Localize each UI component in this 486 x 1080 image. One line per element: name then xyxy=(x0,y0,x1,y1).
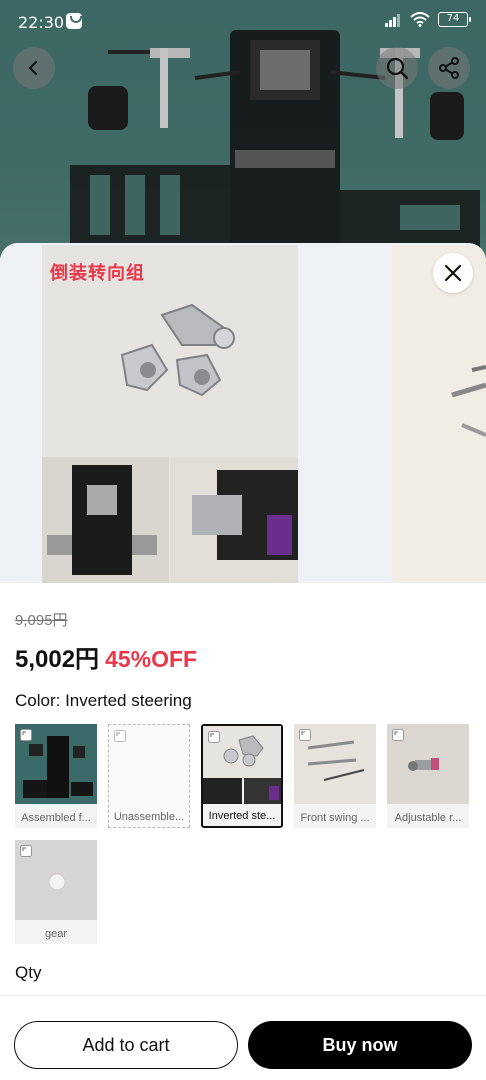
variant-label: Inverted ste... xyxy=(208,810,276,822)
expand-icon xyxy=(299,729,311,741)
sku-selection-sheet: 倒装转向组 9,095円 5,002円 45%OFF Color: Invert… xyxy=(0,243,486,1080)
variant-inverted-steering[interactable]: Inverted ste... xyxy=(201,724,283,828)
search-button[interactable] xyxy=(376,47,418,89)
image-overlay-text: 倒装转向组 xyxy=(50,263,145,284)
variant-unassembled[interactable]: Unassemble... xyxy=(108,724,190,828)
battery-icon: 74 xyxy=(438,12,471,27)
search-icon xyxy=(386,57,409,80)
variant-assembled[interactable]: Assembled f... xyxy=(15,724,97,828)
variant-front-swing[interactable]: Front swing ... xyxy=(294,724,376,828)
expand-icon xyxy=(208,731,220,743)
variant-label: gear xyxy=(44,928,68,940)
back-button[interactable] xyxy=(13,47,55,89)
expand-icon xyxy=(20,729,32,741)
wifi-icon xyxy=(410,12,430,27)
color-label: Color: Inverted steering xyxy=(15,691,192,710)
price-row: 5,002円 45%OFF xyxy=(15,639,197,674)
status-time: 22:30 xyxy=(18,13,65,32)
product-image-next[interactable] xyxy=(392,245,486,583)
close-icon xyxy=(444,264,462,282)
variant-label: Unassemble... xyxy=(113,811,185,823)
share-icon xyxy=(439,57,459,79)
discount-badge: 45%OFF xyxy=(105,646,198,672)
quantity-label: Qty xyxy=(15,963,42,982)
variant-label: Adjustable r... xyxy=(394,812,462,824)
action-bar: Add to cart Buy now xyxy=(0,995,486,1080)
product-image-main[interactable]: 倒装转向组 xyxy=(42,245,298,583)
variant-adjustable[interactable]: Adjustable r... xyxy=(387,724,469,828)
add-to-cart-button[interactable]: Add to cart xyxy=(14,1021,238,1069)
product-photo-collage xyxy=(42,245,298,583)
expand-icon xyxy=(392,729,404,741)
app-notification-icon xyxy=(66,13,82,29)
expand-icon xyxy=(20,845,32,857)
variant-label: Front swing ... xyxy=(300,812,370,824)
share-button[interactable] xyxy=(428,47,470,89)
battery-level: 74 xyxy=(446,13,460,24)
original-price: 9,095円 xyxy=(15,612,68,629)
sale-price: 5,002円 xyxy=(15,646,100,673)
signal-icon xyxy=(385,13,400,27)
variant-label: Assembled f... xyxy=(21,812,91,824)
back-icon xyxy=(28,60,38,76)
status-bar: 22:30 74 xyxy=(0,0,486,44)
buy-now-button[interactable]: Buy now xyxy=(248,1021,472,1069)
expand-icon xyxy=(114,730,126,742)
product-image-gallery[interactable]: 倒装转向组 xyxy=(0,243,486,583)
close-button[interactable] xyxy=(433,253,473,293)
variant-gear[interactable]: gear xyxy=(15,840,97,944)
